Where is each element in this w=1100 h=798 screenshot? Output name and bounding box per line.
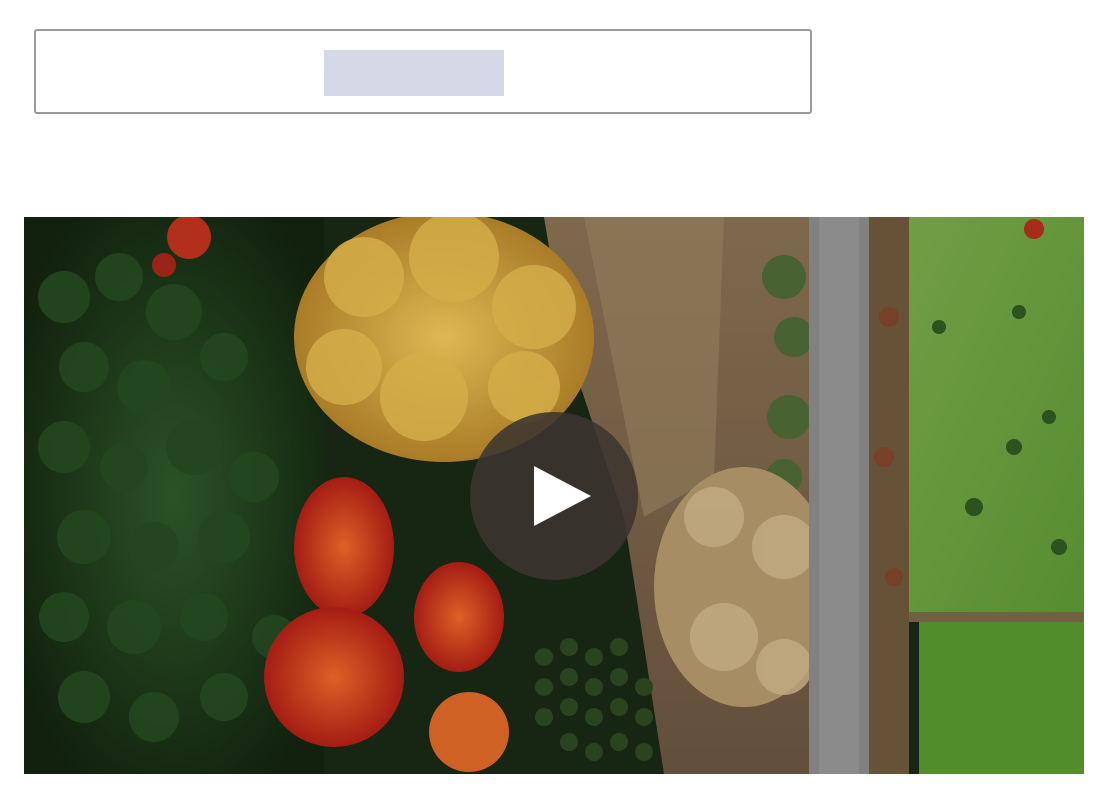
header-container bbox=[34, 29, 812, 114]
play-icon bbox=[534, 466, 591, 526]
play-button[interactable] bbox=[470, 412, 638, 580]
video-player[interactable] bbox=[24, 217, 1084, 774]
loading-placeholder bbox=[324, 50, 504, 96]
